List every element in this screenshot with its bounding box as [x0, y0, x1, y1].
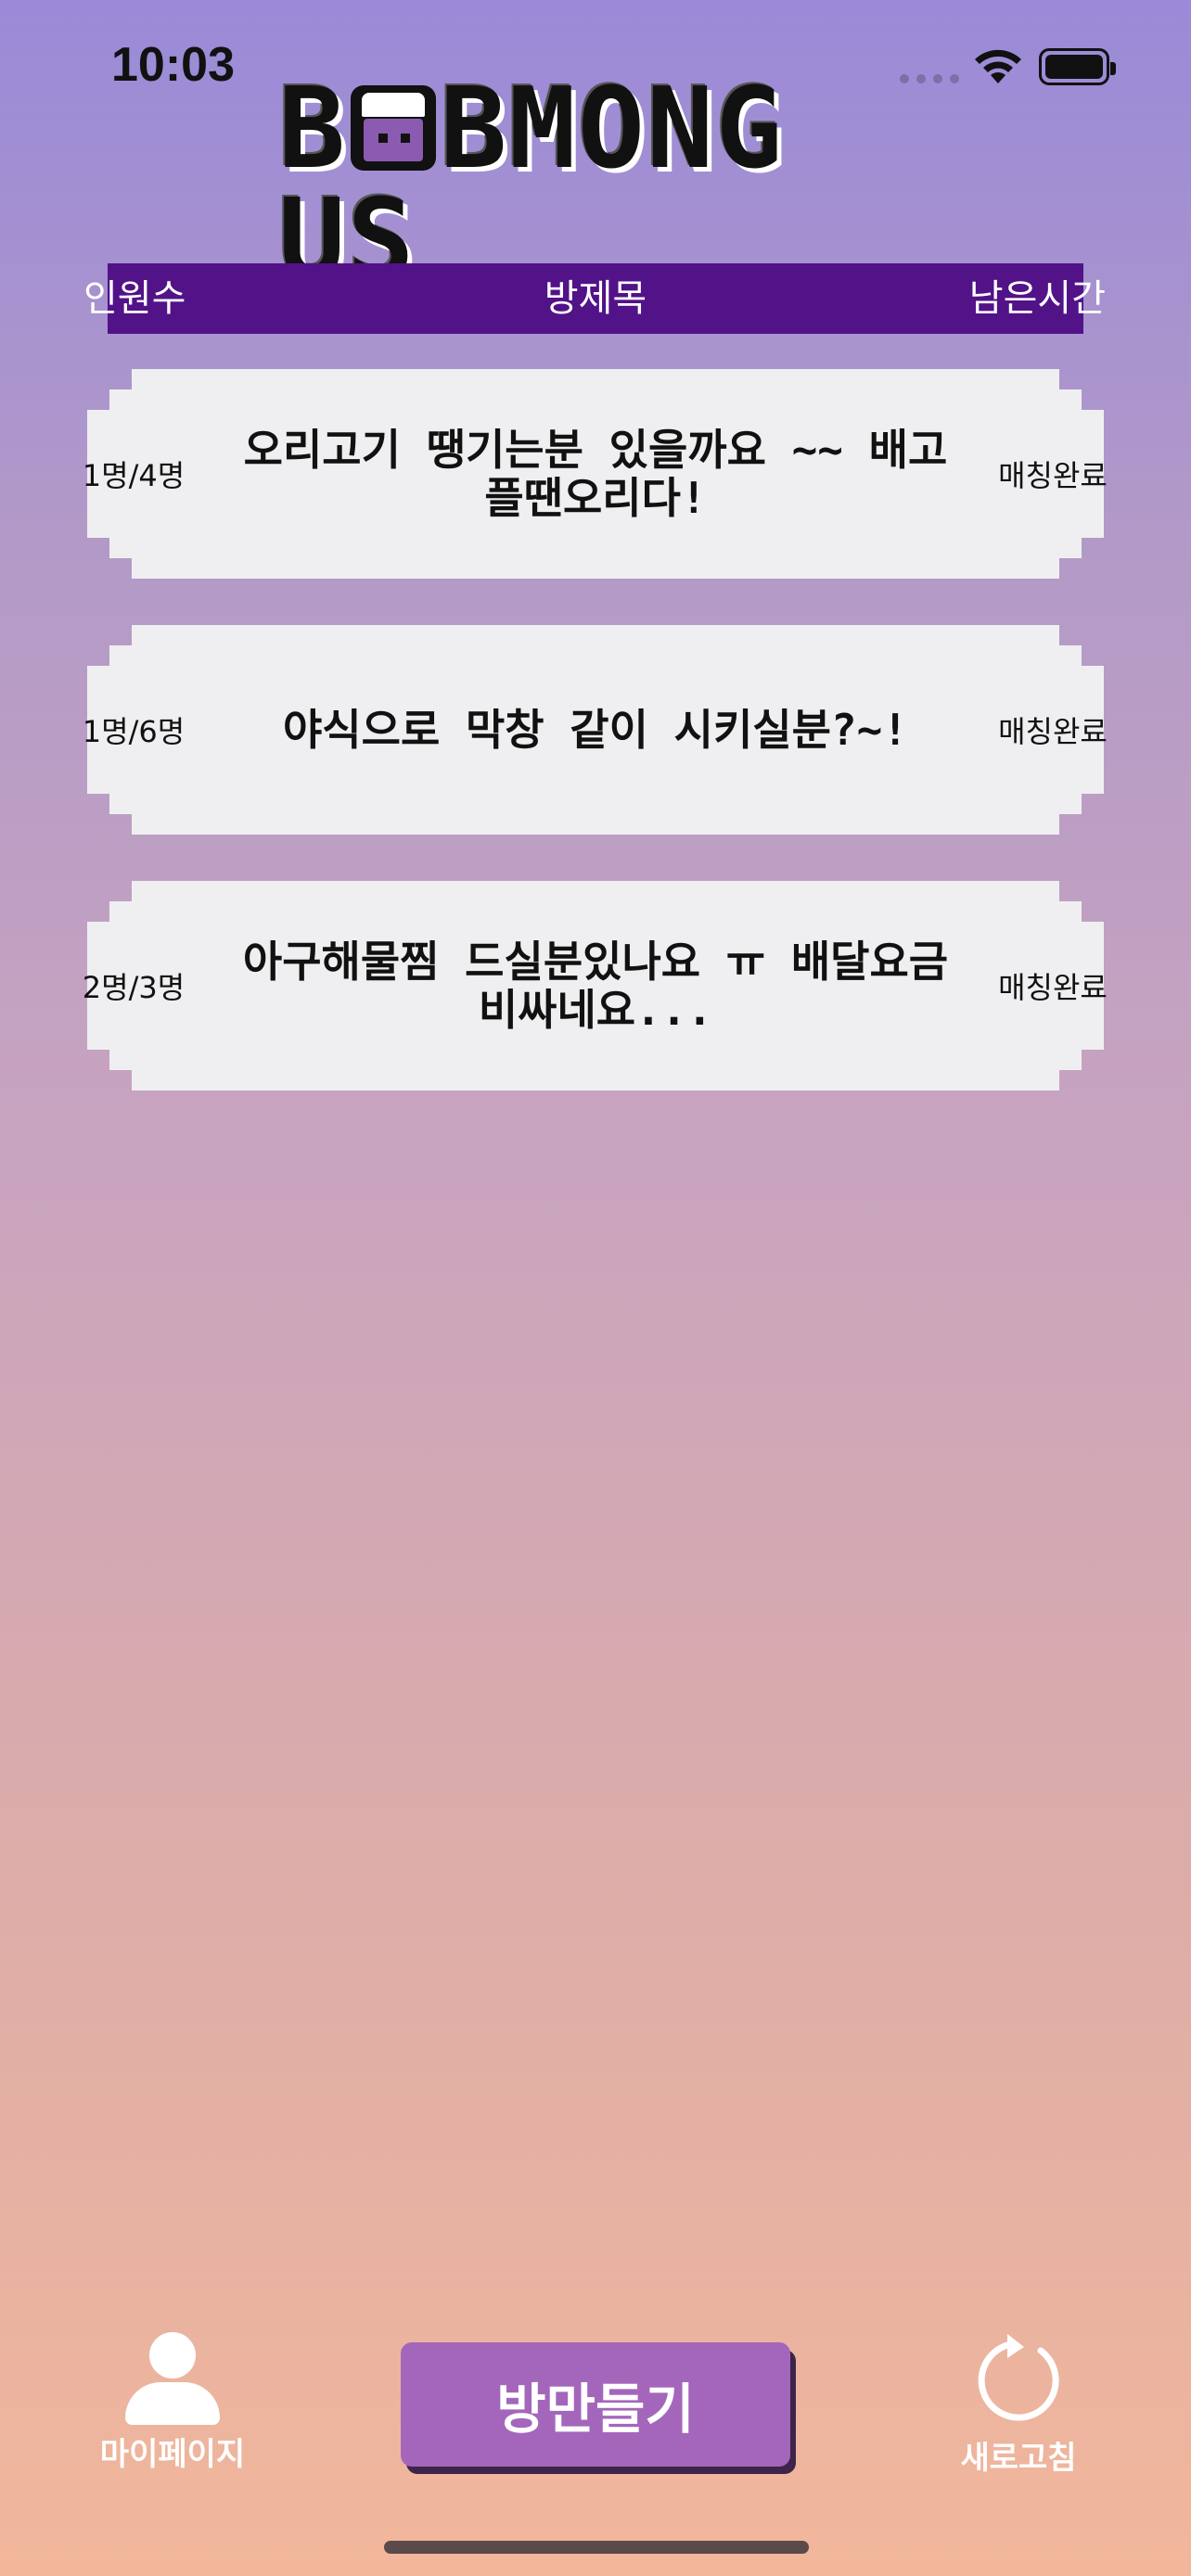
room-card[interactable]: 1명/4명 오리고기 땡기는분 있을까요 ~~ 배고플땐오리다! 매칭완료 — [83, 369, 1108, 579]
make-room-button[interactable]: 방만들기 — [401, 2342, 790, 2467]
room-member-count: 1명/4명 — [82, 458, 186, 493]
room-member-count: 2명/3명 — [82, 970, 186, 1005]
person-icon — [122, 2332, 224, 2425]
room-status: 매칭완료 — [998, 458, 1108, 493]
status-time: 10:03 — [111, 38, 235, 92]
room-title: 야식으로 막창 같이 시키실분?~! — [282, 705, 908, 755]
refresh-label: 새로고침 — [960, 2440, 1077, 2477]
logo-text-start: B — [278, 65, 348, 194]
room-card[interactable]: 1명/6명 야식으로 막창 같이 시키실분?~! 매칭완료 — [83, 625, 1108, 835]
room-title: 아구해물찜 드실분있나요 ㅠ 배달요금 비싸네요... — [242, 937, 949, 1035]
refresh-icon — [978, 2334, 1059, 2421]
refresh-button[interactable]: 새로고침 — [935, 2332, 1102, 2477]
room-member-count: 1명/6명 — [82, 714, 186, 749]
header-remaining-time: 남은시간 — [968, 277, 1106, 320]
wifi-icon — [975, 49, 1021, 83]
ninja-face-icon — [351, 85, 437, 171]
room-status: 매칭완료 — [998, 714, 1108, 749]
room-status: 매칭완료 — [998, 970, 1108, 1005]
mypage-button[interactable]: 마이페이지 — [89, 2332, 256, 2473]
room-title: 오리고기 땡기는분 있을까요 ~~ 배고플땐오리다! — [243, 425, 948, 523]
room-card[interactable]: 2명/3명 아구해물찜 드실분있나요 ㅠ 배달요금 비싸네요... 매칭완료 — [83, 881, 1108, 1090]
app-logo: B BMONG US — [278, 74, 918, 297]
battery-icon — [1039, 48, 1116, 85]
mypage-label: 마이페이지 — [99, 2436, 246, 2473]
home-indicator[interactable] — [384, 2541, 809, 2554]
